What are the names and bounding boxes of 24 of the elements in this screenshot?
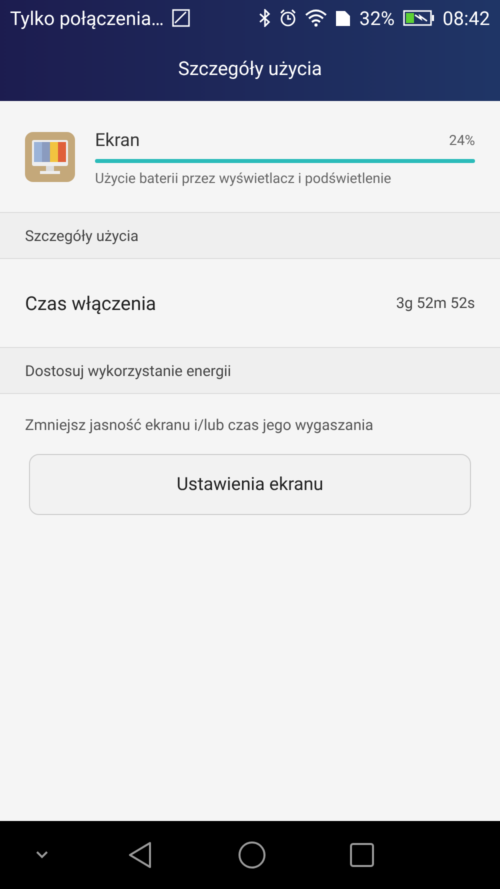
battery-charging-icon	[402, 10, 435, 26]
home-icon[interactable]	[238, 841, 266, 869]
sim-icon	[335, 9, 352, 27]
usage-percent: 24%	[449, 132, 475, 148]
screen-title: Szczegóły użycia	[177, 56, 323, 82]
app-name: Ekran	[95, 130, 140, 151]
bluetooth-icon	[259, 9, 272, 27]
app-description: Użycie baterii przez wyświetlacz i podświetlenie	[95, 171, 392, 187]
back-icon[interactable]	[128, 842, 152, 868]
row-value: 3g 52m 52s	[396, 294, 475, 312]
monitor-app-icon	[25, 132, 75, 182]
image-icon	[172, 9, 190, 27]
row-label: Czas włączenia	[25, 292, 156, 314]
chevron-down-icon[interactable]	[36, 851, 48, 859]
battery-percent: 32%	[359, 6, 395, 30]
alarm-icon	[279, 9, 298, 27]
screen-settings-button[interactable]: Ustawienia ekranu	[29, 454, 471, 515]
section-header: Dostosuj wykorzystanie energii	[0, 348, 500, 394]
notification-text: Tylko połączenia…	[10, 6, 164, 30]
hint-text: Zmniejsz jasność ekranu i/lub czas jego wygaszania	[24, 415, 374, 434]
wifi-icon	[305, 9, 328, 27]
clock: 08:42	[442, 6, 490, 30]
section-header: Szczegóły użycia	[0, 213, 500, 259]
recents-icon[interactable]	[350, 843, 374, 867]
